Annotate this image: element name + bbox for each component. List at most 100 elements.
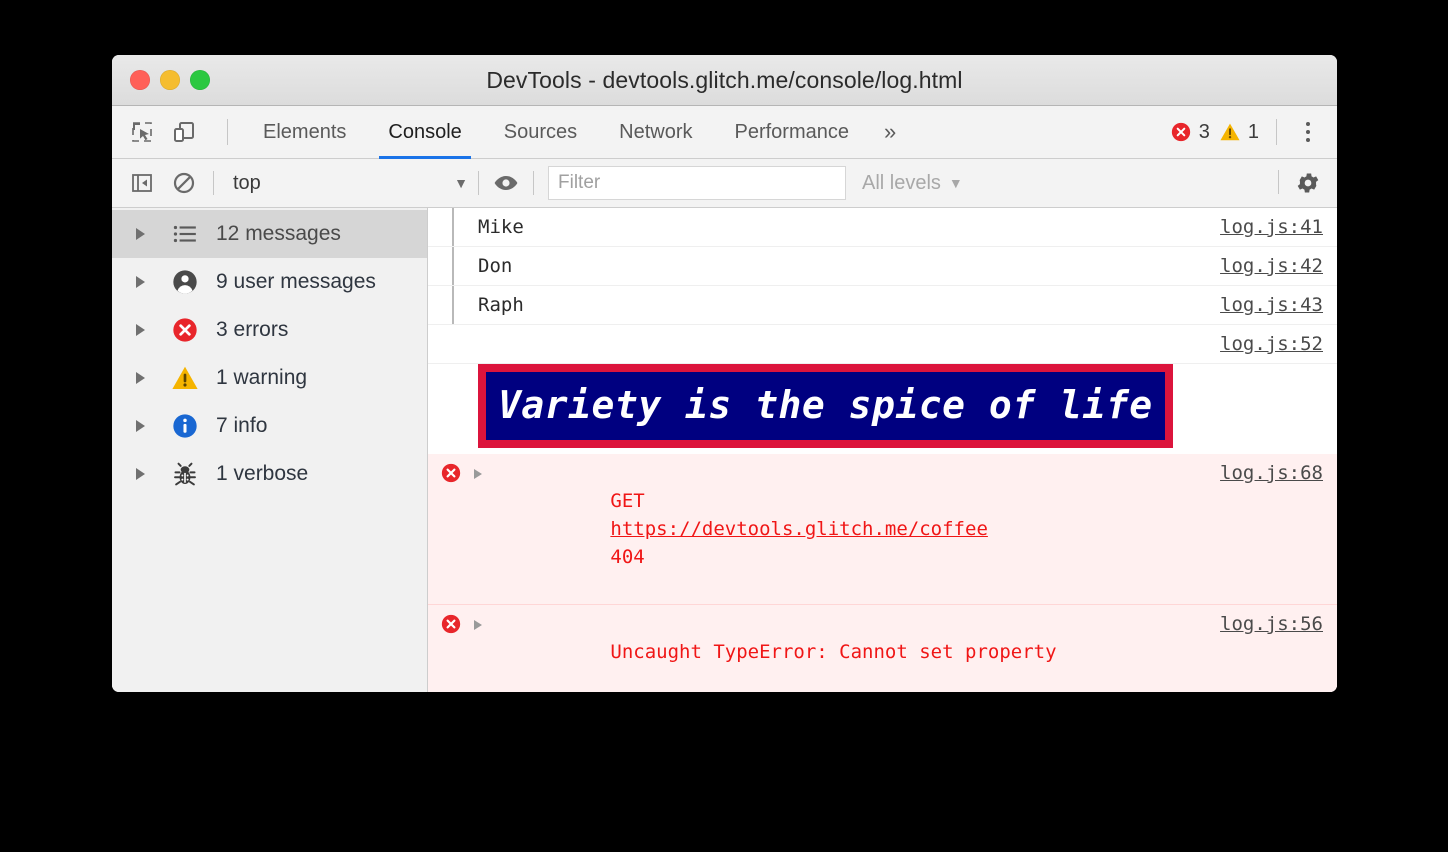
gear-icon[interactable] [1295, 170, 1321, 196]
error-counter[interactable]: 3 [1170, 121, 1210, 144]
close-window-button[interactable] [130, 70, 150, 90]
traffic-lights [130, 70, 210, 90]
group-indent-line [452, 286, 454, 324]
group-indent-line [452, 208, 454, 246]
execution-context-value: top [233, 171, 261, 194]
log-levels-value: All levels [862, 171, 941, 194]
chevron-down-icon: ▼ [948, 175, 963, 191]
expand-triangle-icon[interactable] [474, 459, 490, 479]
tab-network[interactable]: Network [598, 106, 713, 158]
inspect-element-icon[interactable] [129, 119, 155, 145]
devtools-window: DevTools - devtools.glitch.me/console/lo… [112, 55, 1337, 692]
sidebar-item-label: 7 info [216, 414, 268, 437]
error-icon [428, 459, 474, 484]
source-link[interactable]: log.js:68 [1220, 459, 1337, 487]
sidebar-item-errors[interactable]: 3 errors [112, 306, 427, 354]
console-toolbar: top ▼ All levels ▼ [112, 159, 1337, 208]
chevron-right-icon[interactable] [136, 372, 154, 384]
console-body: 12 messages 9 user messages 3 errors 1 w… [112, 208, 1337, 692]
execution-context-select[interactable]: top ▼ [230, 172, 468, 195]
error-icon [1171, 122, 1190, 142]
devtools-tabbar: Elements Console Sources Network Perform… [112, 106, 1337, 159]
tabbar-right-group: 3 1 [1170, 106, 1337, 158]
sidebar-item-label: 1 warning [216, 366, 308, 389]
sidebar-item-messages[interactable]: 12 messages [112, 210, 427, 258]
sidebar-item-warnings[interactable]: 1 warning [112, 354, 427, 402]
tabbar-divider [227, 119, 228, 145]
error-icon [428, 610, 474, 635]
device-toolbar-icon[interactable] [171, 119, 197, 145]
info-icon [168, 412, 202, 440]
tabbar-right-divider [1276, 119, 1277, 145]
warning-icon [1220, 123, 1240, 141]
minimize-window-button[interactable] [160, 70, 180, 90]
console-row-error[interactable]: Uncaught TypeError: Cannot set property … [428, 605, 1337, 692]
console-row-error[interactable]: GET https://devtools.glitch.me/coffee 40… [428, 454, 1337, 605]
error-count: 3 [1198, 120, 1210, 143]
clear-console-icon[interactable] [171, 170, 197, 196]
console-row-empty[interactable]: log.js:52 [428, 325, 1337, 364]
filter-input[interactable] [548, 166, 846, 200]
chevron-down-icon: ▼ [454, 175, 468, 191]
source-link[interactable]: log.js:52 [1220, 330, 1337, 358]
warning-count: 1 [1247, 120, 1259, 143]
tab-performance[interactable]: Performance [714, 106, 871, 158]
error-icon [168, 316, 202, 344]
settings-group [1278, 170, 1337, 196]
source-link[interactable]: log.js:43 [1220, 291, 1337, 319]
toolbar-divider-4 [1278, 170, 1279, 194]
panel-tabs: Elements Console Sources Network Perform… [242, 106, 910, 159]
sidebar-item-verbose[interactable]: 1 verbose [112, 450, 427, 498]
more-tabs-icon[interactable]: » [870, 106, 910, 158]
console-row-log[interactable]: Don log.js:42 [428, 247, 1337, 286]
expand-triangle-icon[interactable] [474, 610, 490, 630]
bug-icon [168, 461, 202, 487]
warning-counter[interactable]: 1 [1219, 121, 1259, 144]
sidebar-item-info[interactable]: 7 info [112, 402, 427, 450]
http-method: GET [610, 490, 645, 512]
tabbar-tool-icons [112, 106, 242, 158]
window-title: DevTools - devtools.glitch.me/console/lo… [486, 66, 963, 93]
devtools-menu-icon[interactable] [1293, 117, 1323, 147]
window-titlebar: DevTools - devtools.glitch.me/console/lo… [112, 55, 1337, 106]
console-sidebar: 12 messages 9 user messages 3 errors 1 w… [112, 208, 428, 692]
sidebar-item-label: 12 messages [216, 222, 341, 245]
styled-banner-wrap: Variety is the spice of life [428, 364, 1173, 454]
sidebar-toggle-icon[interactable] [129, 170, 155, 196]
chevron-right-icon[interactable] [136, 228, 154, 240]
group-indent-line [452, 247, 454, 285]
console-row-log[interactable]: Mike log.js:41 [428, 208, 1337, 247]
list-icon [168, 221, 202, 247]
live-expression-eye-icon[interactable] [493, 170, 519, 196]
tab-elements[interactable]: Elements [242, 106, 367, 158]
source-link[interactable]: log.js:41 [1220, 213, 1337, 241]
source-link[interactable]: log.js:42 [1220, 252, 1337, 280]
console-message-text: Mike [478, 216, 524, 238]
console-row-styled[interactable]: Variety is the spice of life [428, 364, 1337, 454]
request-url-link[interactable]: https://devtools.glitch.me/coffee [610, 518, 988, 540]
sidebar-item-label: 1 verbose [216, 462, 309, 485]
console-message-text: GET https://devtools.glitch.me/coffee 40… [490, 459, 1220, 599]
chevron-right-icon[interactable] [136, 420, 154, 432]
toolbar-divider-1 [213, 171, 214, 195]
chevron-right-icon[interactable] [136, 276, 154, 288]
tab-sources[interactable]: Sources [483, 106, 598, 158]
user-icon [168, 268, 202, 296]
sidebar-item-label: 3 errors [216, 318, 289, 341]
source-link[interactable]: log.js:56 [1220, 610, 1337, 638]
error-line-1: Uncaught TypeError: Cannot set property [610, 641, 1057, 663]
warning-icon [168, 364, 202, 392]
sidebar-item-user-messages[interactable]: 9 user messages [112, 258, 427, 306]
sidebar-item-label: 9 user messages [216, 270, 376, 293]
zoom-window-button[interactable] [190, 70, 210, 90]
toolbar-divider-3 [533, 171, 534, 195]
console-message-text: Don [478, 255, 513, 277]
chevron-right-icon[interactable] [136, 324, 154, 336]
console-message-text: Raph [478, 294, 524, 316]
console-message-text: Uncaught TypeError: Cannot set property … [490, 610, 1220, 692]
chevron-right-icon[interactable] [136, 468, 154, 480]
console-row-log[interactable]: Raph log.js:43 [428, 286, 1337, 325]
log-levels-select[interactable]: All levels ▼ [862, 172, 963, 195]
tab-console[interactable]: Console [367, 106, 482, 159]
console-message-list[interactable]: Mike log.js:41 Don log.js:42 Raph log.js… [428, 208, 1337, 692]
